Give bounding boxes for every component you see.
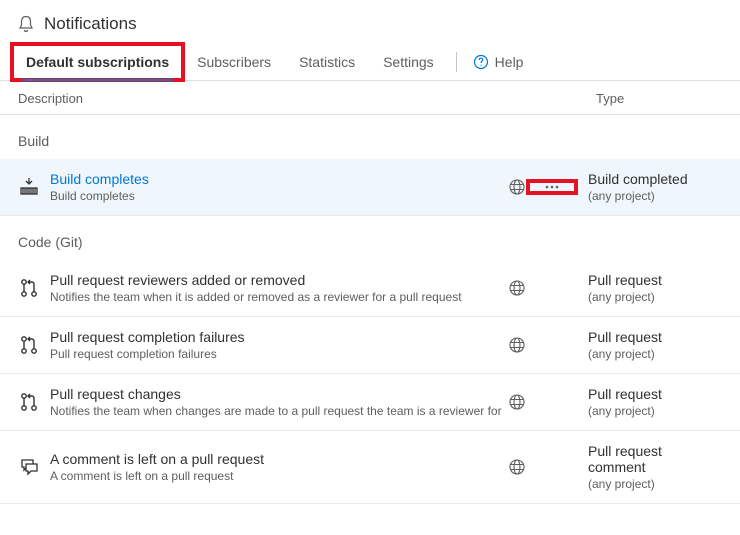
row-build-completes[interactable]: Build completes Build completes Build co…: [0, 159, 740, 216]
tab-default-subscriptions[interactable]: Default subscriptions: [12, 44, 183, 80]
group-code-git-header: Code (Git): [0, 216, 740, 260]
row-subtitle: Pull request completion failures: [50, 347, 502, 361]
type-title: Pull request: [588, 329, 722, 345]
column-type: Type: [514, 91, 722, 106]
type-sub: (any project): [588, 189, 722, 203]
row-subtitle: A comment is left on a pull request: [50, 469, 502, 483]
row-type: Pull request (any project): [572, 386, 722, 418]
type-title: Build completed: [588, 171, 722, 187]
row-subtitle: Notifies the team when it is added or re…: [50, 290, 502, 304]
page-header: Notifications: [0, 0, 740, 44]
comment-icon: [18, 456, 50, 478]
row-main: Build completes Build completes: [50, 171, 502, 203]
more-actions-button[interactable]: [532, 185, 572, 189]
row-pr-reviewers[interactable]: Pull request reviewers added or removed …: [0, 260, 740, 317]
type-title: Pull request: [588, 272, 722, 288]
tab-subscribers[interactable]: Subscribers: [183, 44, 285, 80]
row-subtitle: Build completes: [50, 189, 502, 203]
type-title: Pull request comment: [588, 443, 722, 475]
row-subtitle: Notifies the team when changes are made …: [50, 404, 502, 418]
row-title: Pull request completion failures: [50, 329, 502, 345]
globe-icon: [502, 393, 532, 411]
row-title[interactable]: Build completes: [50, 171, 502, 187]
row-pr-completion-failures[interactable]: Pull request completion failures Pull re…: [0, 317, 740, 374]
type-sub: (any project): [588, 477, 722, 491]
help-label: Help: [495, 54, 524, 70]
group-build-header: Build: [0, 115, 740, 159]
tab-statistics[interactable]: Statistics: [285, 44, 369, 80]
row-pr-comment[interactable]: A comment is left on a pull request A co…: [0, 431, 740, 504]
help-link[interactable]: Help: [465, 44, 532, 80]
row-title: Pull request reviewers added or removed: [50, 272, 502, 288]
type-sub: (any project): [588, 290, 722, 304]
globe-icon: [502, 178, 532, 196]
row-type: Pull request (any project): [572, 329, 722, 361]
bell-icon: [18, 15, 34, 33]
globe-icon: [502, 279, 532, 297]
globe-icon: [502, 458, 532, 476]
column-headers: Description Type: [0, 81, 740, 115]
row-main: Pull request reviewers added or removed …: [50, 272, 502, 304]
type-sub: (any project): [588, 404, 722, 418]
row-title: A comment is left on a pull request: [50, 451, 502, 467]
column-description: Description: [18, 91, 514, 106]
row-pr-changes[interactable]: Pull request changes Notifies the team w…: [0, 374, 740, 431]
pull-request-icon: [18, 391, 50, 413]
globe-icon: [502, 336, 532, 354]
row-main: A comment is left on a pull request A co…: [50, 451, 502, 483]
type-title: Pull request: [588, 386, 722, 402]
row-type: Pull request comment (any project): [572, 443, 722, 491]
help-icon: [473, 54, 489, 70]
build-icon: [18, 176, 50, 198]
row-main: Pull request completion failures Pull re…: [50, 329, 502, 361]
tab-settings[interactable]: Settings: [369, 44, 448, 80]
row-type: Build completed (any project): [572, 171, 722, 203]
pull-request-icon: [18, 277, 50, 299]
tabs-bar: Default subscriptions Subscribers Statis…: [0, 44, 740, 81]
row-main: Pull request changes Notifies the team w…: [50, 386, 502, 418]
type-sub: (any project): [588, 347, 722, 361]
row-title: Pull request changes: [50, 386, 502, 402]
page-title: Notifications: [44, 14, 137, 34]
pull-request-icon: [18, 334, 50, 356]
divider: [456, 52, 457, 72]
row-type: Pull request (any project): [572, 272, 722, 304]
